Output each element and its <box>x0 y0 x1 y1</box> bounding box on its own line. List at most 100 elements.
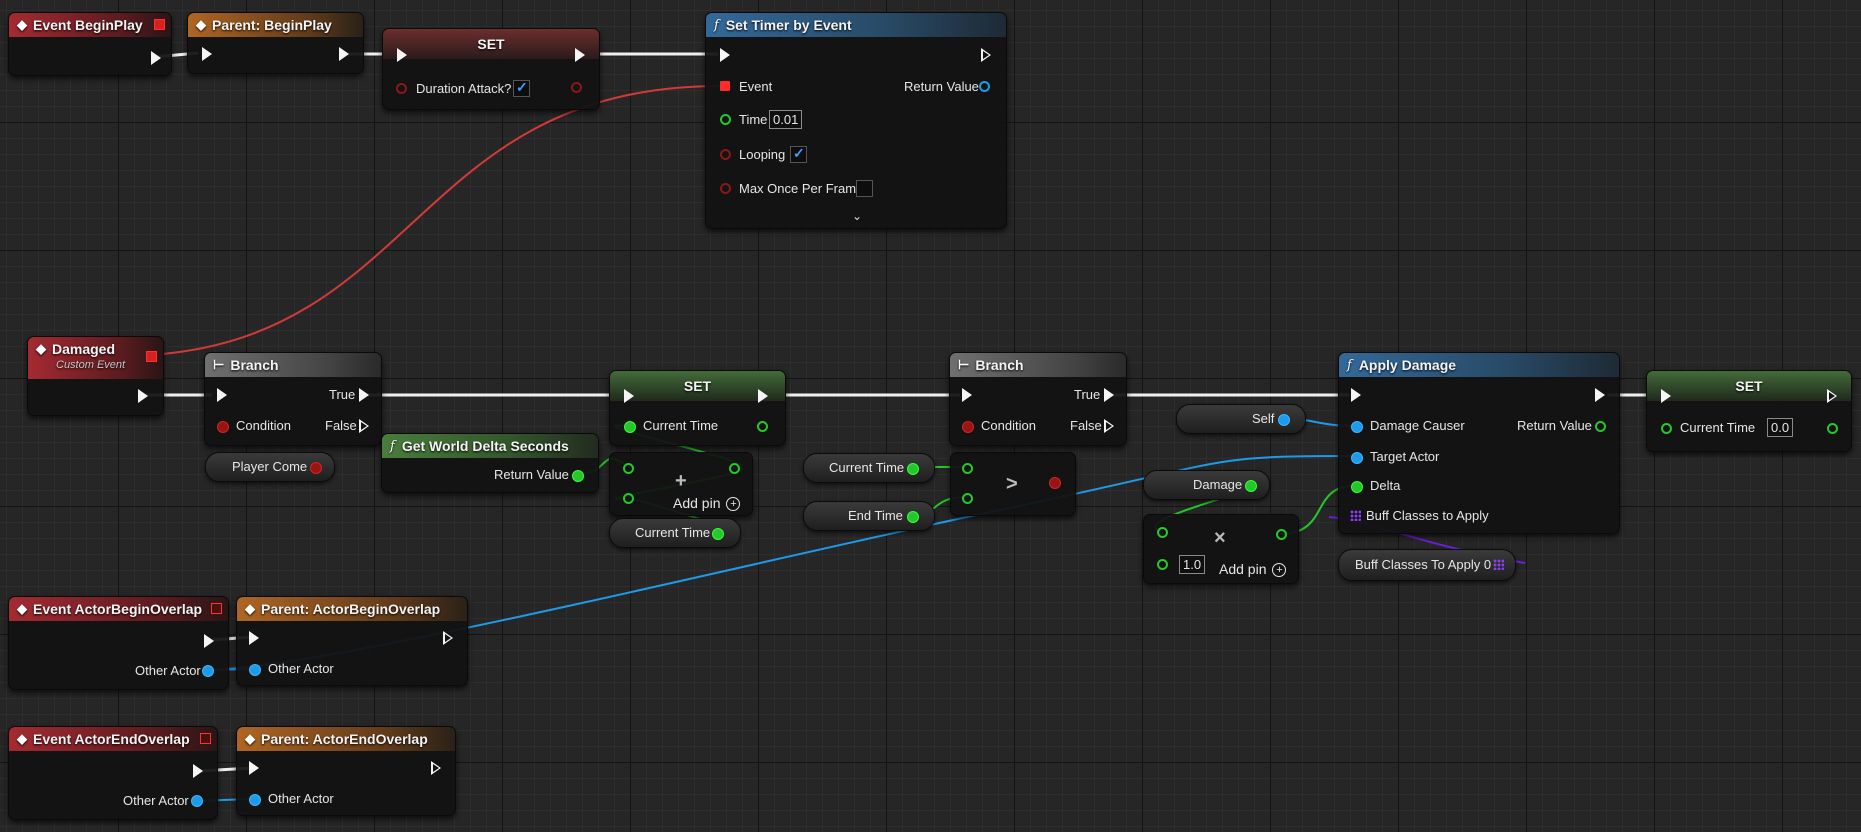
target-actor-pin[interactable] <box>1351 452 1363 464</box>
damage-causer-pin[interactable] <box>1351 421 1363 433</box>
parent-begin-play-node[interactable]: ◆ Parent: BeginPlay <box>187 12 364 74</box>
time-value-field[interactable]: 0.01 <box>769 110 803 129</box>
event-actor-begin-overlap-node[interactable]: ◆ Event ActorBeginOverlap Other Actor <box>8 596 229 690</box>
condition-input-pin[interactable] <box>217 421 229 433</box>
looping-checkbox[interactable] <box>790 145 807 163</box>
exec-input-pin[interactable] <box>720 48 730 62</box>
chevron-down-icon[interactable]: ⌄ <box>852 209 862 223</box>
exec-input-pin[interactable] <box>962 388 972 402</box>
exec-output-pin[interactable] <box>138 389 148 403</box>
multiplier-value-field[interactable]: 1.0 <box>1179 555 1206 574</box>
player-come-variable[interactable]: Player Come <box>205 452 335 482</box>
event-begin-play-node[interactable]: ◆ Event BeginPlay <box>8 12 172 76</box>
float-output-pin[interactable] <box>572 470 584 482</box>
exec-output-pin[interactable] <box>193 764 203 778</box>
parent-actor-end-overlap-node[interactable]: ◆ Parent: ActorEndOverlap Other Actor <box>236 726 456 816</box>
event-actor-end-overlap-node[interactable]: ◆ Event ActorEndOverlap Other Actor <box>8 726 218 820</box>
greater-than-node[interactable]: > <box>950 452 1076 516</box>
float-output-pin[interactable] <box>1245 480 1257 492</box>
class-array-grid-icon[interactable] <box>1350 510 1361 521</box>
exec-input-pin[interactable] <box>624 389 634 403</box>
other-actor-output-pin[interactable] <box>191 795 203 807</box>
exec-input-pin[interactable] <box>397 48 407 62</box>
exec-output-pin[interactable] <box>339 47 349 61</box>
bool-input-pin[interactable] <box>720 183 731 194</box>
bool-output-pin[interactable] <box>1049 477 1061 489</box>
current-time-variable-2[interactable]: Current Time <box>803 453 935 483</box>
self-reference[interactable]: Self <box>1176 404 1306 434</box>
delegate-output-pin[interactable] <box>200 733 211 744</box>
set-duration-attack-node[interactable]: SET Duration Attack? <box>382 28 600 110</box>
return-value-pin[interactable] <box>979 81 990 92</box>
float-output-pin[interactable] <box>712 528 724 540</box>
bool-input-pin[interactable] <box>720 149 731 160</box>
true-exec-output-pin[interactable] <box>359 388 369 402</box>
set-current-time-node-1[interactable]: SET Current Time <box>609 370 786 446</box>
buff-classes-to-apply-variable[interactable]: Buff Classes To Apply 0 <box>1338 549 1516 581</box>
float-input-pin[interactable] <box>720 114 731 125</box>
float-input-pin-a[interactable] <box>1157 527 1168 538</box>
exec-output-pin[interactable] <box>1595 388 1605 402</box>
damaged-custom-event-node[interactable]: ◆ Damaged Custom Event <box>27 336 164 416</box>
exec-output-pin[interactable] <box>575 48 585 62</box>
exec-input-pin[interactable] <box>202 47 212 61</box>
exec-input-pin[interactable] <box>249 761 259 775</box>
add-pin-button[interactable]: Add pin + <box>1219 561 1287 578</box>
exec-input-pin[interactable] <box>249 631 259 645</box>
exec-input-pin[interactable] <box>1351 388 1361 402</box>
duration-attack-checkbox[interactable] <box>513 79 530 97</box>
class-array-grid-icon[interactable] <box>1493 559 1504 570</box>
parent-actor-begin-overlap-node[interactable]: ◆ Parent: ActorBeginOverlap Other Actor <box>236 596 468 686</box>
delegate-output-pin[interactable] <box>154 19 165 30</box>
float-output-pin[interactable] <box>729 463 740 474</box>
current-time-variable-1[interactable]: Current Time <box>609 518 741 548</box>
delegate-output-pin[interactable] <box>146 351 157 362</box>
damage-variable[interactable]: Damage <box>1143 470 1270 500</box>
object-output-pin[interactable] <box>1278 414 1290 426</box>
float-input-pin-a[interactable] <box>623 463 634 474</box>
delegate-output-pin[interactable] <box>211 603 222 614</box>
branch-node-1[interactable]: ⊢ Branch True Condition False <box>204 352 382 446</box>
return-value-pin[interactable] <box>1595 421 1606 432</box>
other-actor-input-pin[interactable] <box>249 664 261 676</box>
true-exec-output-pin[interactable] <box>1104 388 1114 402</box>
set-current-time-node-2[interactable]: SET Current Time 0.0 <box>1646 370 1852 452</box>
float-input-pin[interactable] <box>624 421 636 433</box>
bool-output-pin[interactable] <box>310 462 322 474</box>
float-output-pin[interactable] <box>1827 423 1838 434</box>
add-pin-button[interactable]: Add pin + <box>673 495 741 512</box>
apply-damage-node[interactable]: f Apply Damage Damage Causer Return Valu… <box>1338 352 1620 534</box>
other-actor-input-pin[interactable] <box>249 794 261 806</box>
exec-output-pin[interactable] <box>151 51 161 65</box>
current-time-value-field[interactable]: 0.0 <box>1767 418 1794 437</box>
float-output-pin[interactable] <box>907 511 919 523</box>
float-input-pin[interactable] <box>1661 423 1672 434</box>
multiply-float-node[interactable]: 1.0 × Add pin + <box>1143 514 1299 584</box>
set-timer-by-event-node[interactable]: f Set Timer by Event Event Return Value … <box>705 12 1007 229</box>
float-output-pin[interactable] <box>1276 529 1287 540</box>
float-input-pin-b[interactable] <box>1157 559 1168 570</box>
float-input-pin-b[interactable] <box>623 493 634 504</box>
condition-input-pin[interactable] <box>962 421 974 433</box>
exec-output-pin[interactable] <box>758 389 768 403</box>
float-output-pin[interactable] <box>757 421 768 432</box>
end-time-variable[interactable]: End Time <box>803 501 935 531</box>
branch-node-2[interactable]: ⊢ Branch True Condition False <box>949 352 1127 446</box>
exec-output-pin[interactable] <box>981 48 991 62</box>
delta-pin[interactable] <box>1351 481 1363 493</box>
get-world-delta-seconds-node[interactable]: f Get World Delta Seconds Return Value <box>381 433 599 493</box>
exec-output-pin[interactable] <box>204 634 214 648</box>
false-exec-output-pin[interactable] <box>1104 419 1114 433</box>
event-delegate-pin[interactable] <box>720 81 730 91</box>
other-actor-output-pin[interactable] <box>202 665 214 677</box>
exec-output-pin[interactable] <box>443 631 453 645</box>
bool-input-pin[interactable] <box>396 83 407 94</box>
exec-output-pin[interactable] <box>431 761 441 775</box>
float-input-pin-a[interactable] <box>962 463 973 474</box>
false-exec-output-pin[interactable] <box>359 419 369 433</box>
float-input-pin-b[interactable] <box>962 493 973 504</box>
exec-input-pin[interactable] <box>1661 389 1671 403</box>
exec-output-pin[interactable] <box>1827 389 1837 403</box>
bool-output-pin[interactable] <box>571 82 582 93</box>
float-output-pin[interactable] <box>907 463 919 475</box>
